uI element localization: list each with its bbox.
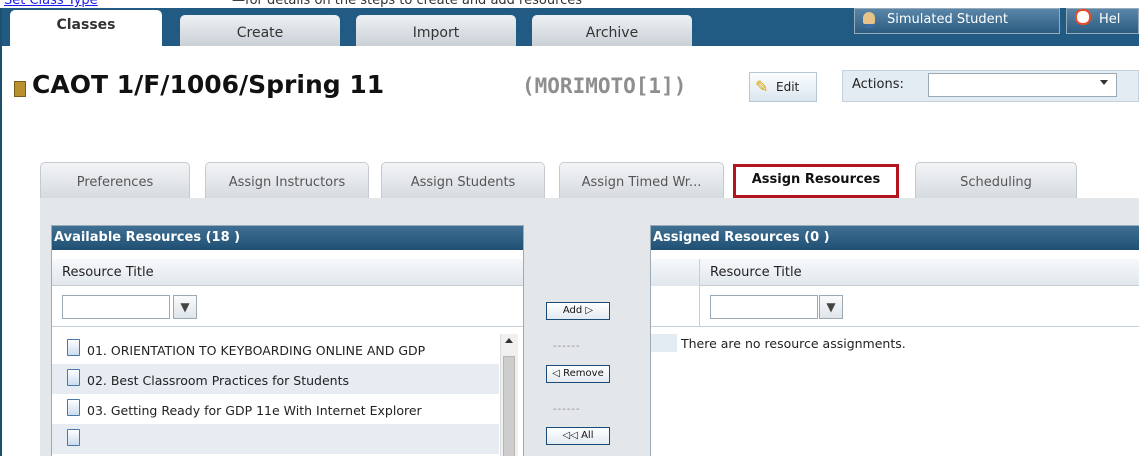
help-label: Hel: [1099, 12, 1121, 27]
edit-label: Edit: [776, 80, 800, 94]
list-item[interactable]: [52, 424, 499, 454]
document-icon: [67, 399, 80, 416]
tab-create[interactable]: Create: [180, 15, 340, 46]
tab-scheduling[interactable]: Scheduling: [915, 162, 1077, 198]
tab-import[interactable]: Import: [356, 15, 516, 46]
lifebuoy-icon: [1075, 9, 1091, 25]
tab-assign-resources-label: Assign Resources: [751, 172, 881, 187]
available-resources-header: Available Resources (18 ): [52, 226, 523, 250]
filter-row: ▼: [651, 286, 1139, 327]
top-cutoff-line: Set Class Type —for details on the steps…: [0, 0, 860, 8]
separator-dashes: ------: [553, 341, 581, 352]
tab-classes[interactable]: Classes: [10, 10, 162, 46]
funnel-icon[interactable]: ▼: [819, 295, 843, 319]
list-item[interactable]: 03. Getting Ready for GDP 11e With Inter…: [52, 394, 499, 424]
tab-assign-students[interactable]: Assign Students: [381, 162, 545, 198]
column-header-resource-title[interactable]: Resource Title: [52, 259, 523, 286]
instructor-subtitle: (MORIMOTO[1]): [522, 74, 687, 98]
available-resources-panel: Available Resources (18 ) Resource Title…: [51, 225, 524, 456]
tab-assign-resources[interactable]: Assign Resources: [731, 162, 901, 198]
funnel-icon[interactable]: ▼: [173, 295, 197, 319]
document-icon: [67, 429, 80, 446]
simulated-student-label: Simulated Student: [887, 12, 1008, 27]
tab-assign-timed-writings[interactable]: Assign Timed Wr...: [559, 162, 724, 198]
actions-label: Actions:: [852, 77, 904, 92]
document-icon: [67, 369, 80, 386]
list-item[interactable]: 02. Best Classroom Practices for Student…: [52, 364, 499, 394]
assigned-resources-panel: Assigned Resources (0 ) Resource Title ▼…: [650, 225, 1139, 456]
simulated-student-button[interactable]: Simulated Student: [854, 8, 1060, 34]
chevron-down-icon: [1100, 80, 1108, 85]
actions-select[interactable]: [928, 73, 1117, 97]
resource-title: 02. Best Classroom Practices for Student…: [87, 373, 349, 388]
tab-assign-instructors[interactable]: Assign Instructors: [205, 162, 369, 198]
document-icon: [67, 339, 80, 356]
instruction-text: —for details on the steps to create and …: [232, 0, 583, 8]
pencil-icon: ✎: [755, 77, 769, 96]
tab-preferences[interactable]: Preferences: [40, 162, 190, 198]
set-class-type-link[interactable]: Set Class Type: [4, 0, 98, 8]
resource-filter-input[interactable]: [62, 295, 170, 319]
assigned-filter-input[interactable]: [710, 295, 818, 319]
scroll-up-arrow-icon[interactable]: [505, 338, 513, 343]
help-button[interactable]: Hel: [1066, 8, 1139, 34]
page-title: CAOT 1/F/1006/Spring 11: [32, 70, 385, 99]
tab-archive[interactable]: Archive: [532, 15, 692, 46]
empty-row-marker: [651, 334, 677, 352]
list-scrollbar[interactable]: [500, 334, 518, 456]
edit-button[interactable]: ✎ Edit: [749, 72, 817, 102]
assigned-resources-header: Assigned Resources (0 ): [651, 226, 1139, 250]
column-divider: [699, 286, 700, 326]
resource-title: 03. Getting Ready for GDP 11e With Inter…: [87, 403, 422, 418]
filter-row: ▼: [52, 286, 523, 327]
column-header-resource-title[interactable]: Resource Title: [700, 259, 1139, 286]
empty-assignments-message: There are no resource assignments.: [681, 336, 906, 351]
separator-dashes: ------: [553, 404, 581, 415]
user-icon: [863, 12, 875, 24]
remove-button[interactable]: ◁ Remove: [546, 365, 610, 383]
add-button[interactable]: Add ▷: [546, 302, 610, 320]
column-header-select: [651, 259, 700, 287]
book-icon: [14, 81, 26, 97]
resource-title: 01. ORIENTATION TO KEYBOARDING ONLINE AN…: [87, 343, 426, 358]
list-item[interactable]: 01. ORIENTATION TO KEYBOARDING ONLINE AN…: [52, 334, 499, 364]
remove-all-button[interactable]: ◁◁ All: [546, 427, 610, 445]
scrollbar-thumb[interactable]: [503, 356, 515, 456]
